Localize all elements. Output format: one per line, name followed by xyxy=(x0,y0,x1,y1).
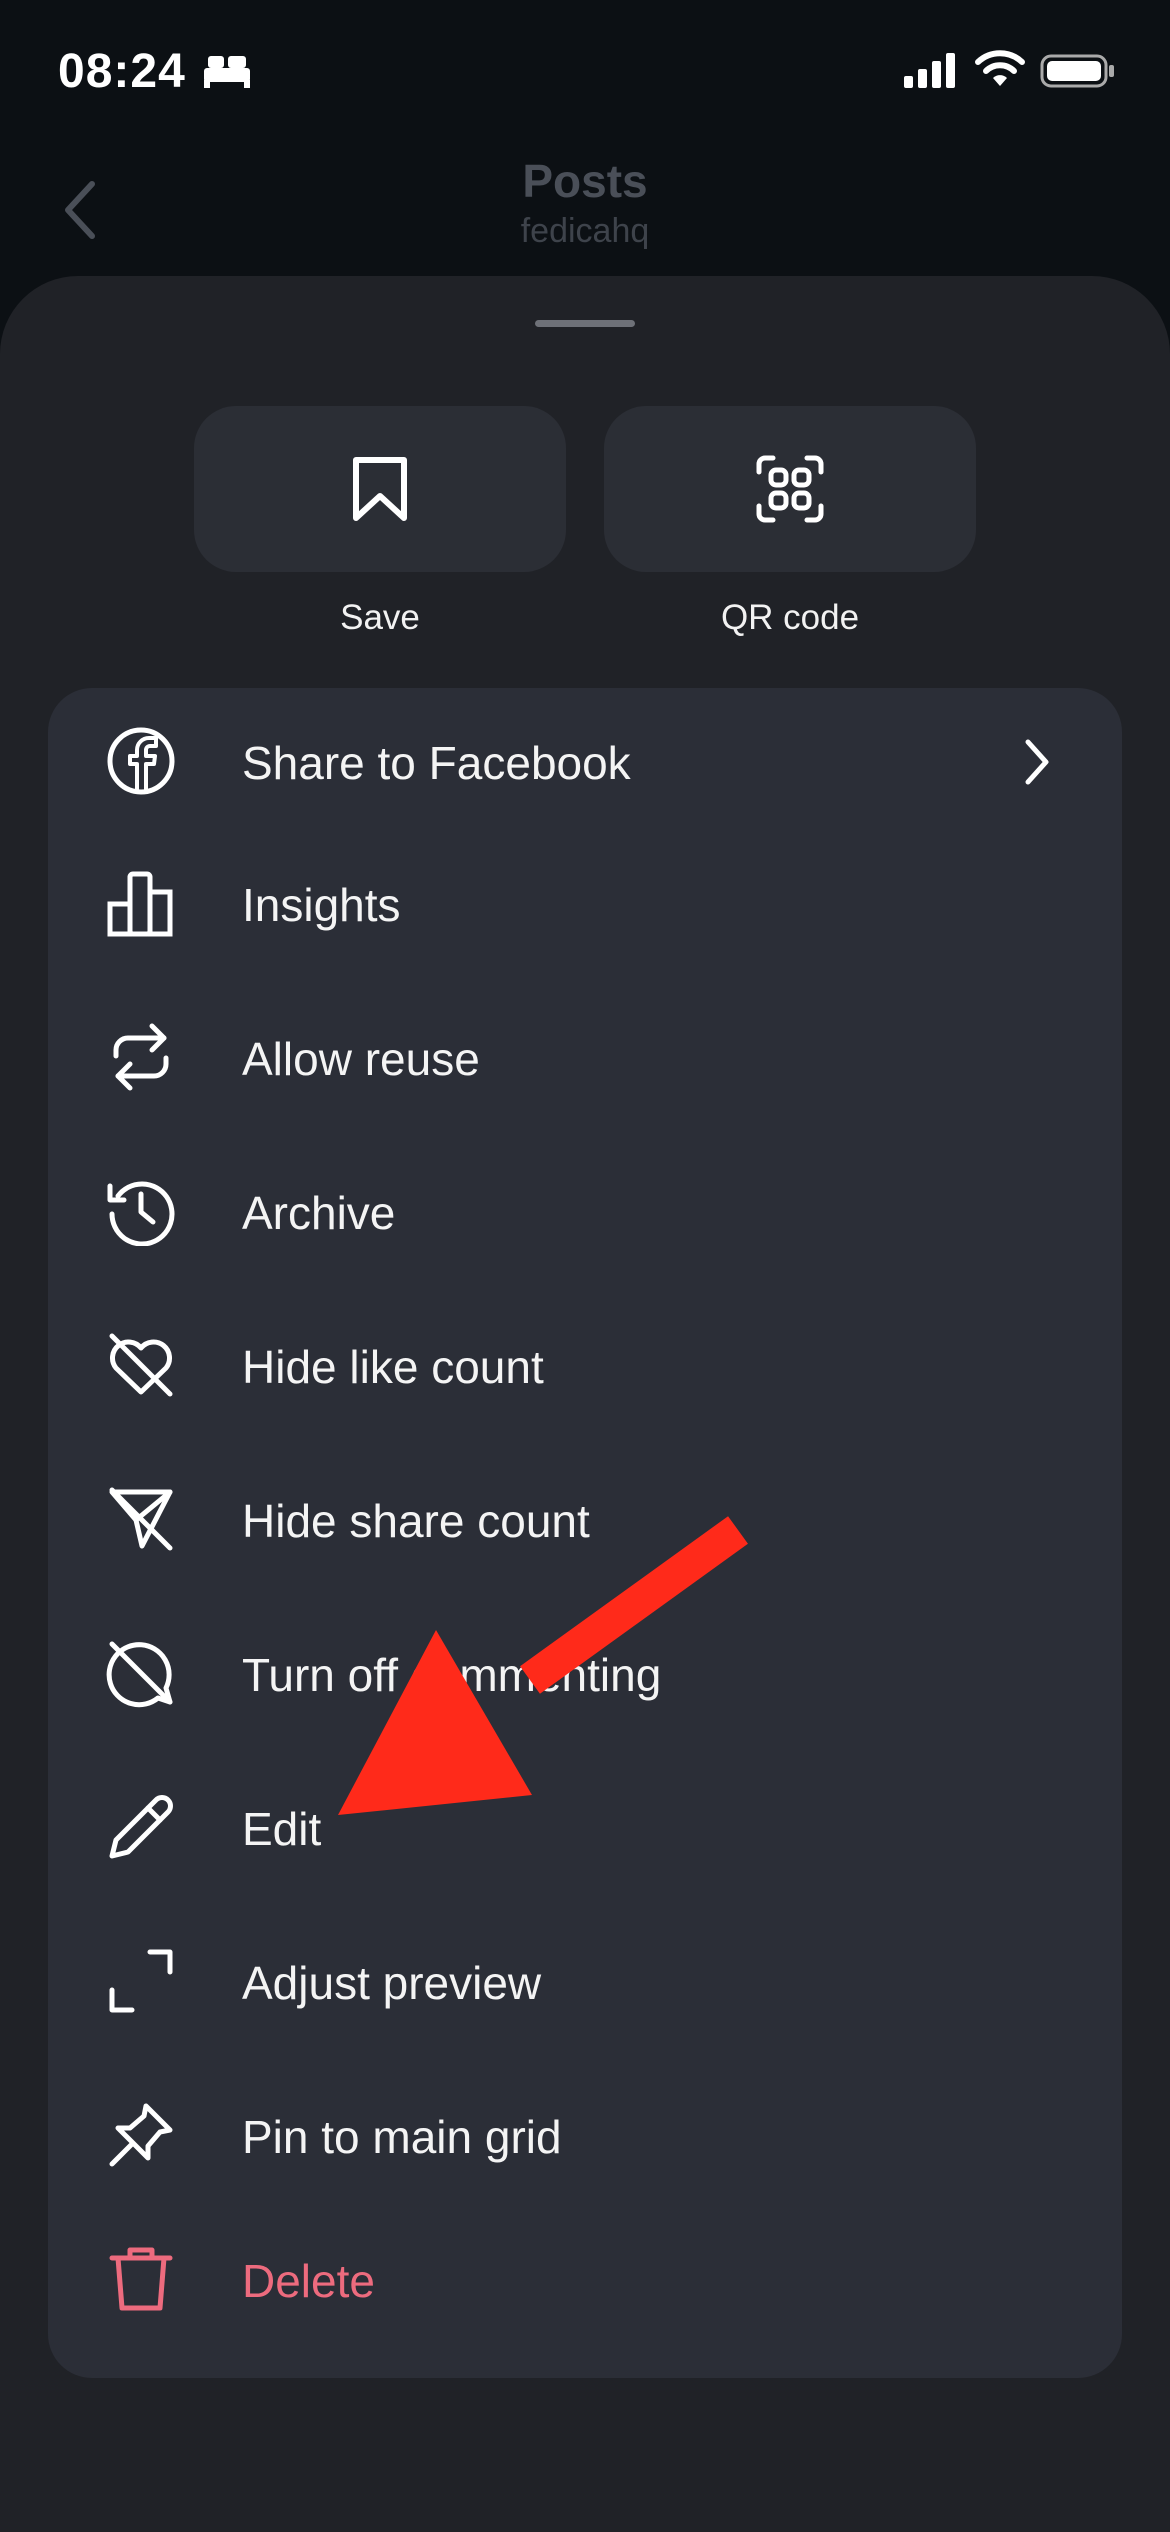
pencil-icon xyxy=(109,1795,173,1859)
archive-history-icon xyxy=(107,1181,175,1246)
comment-off-icon xyxy=(106,1641,173,1708)
sleep-focus-icon xyxy=(204,56,250,88)
menu-item-edit[interactable]: Edit xyxy=(48,1756,1122,1896)
post-options-menu: Share to Facebook Insights Allow reuse A… xyxy=(48,688,1122,2378)
menu-item-label: Turn off commenting xyxy=(242,1649,662,1701)
bookmark-icon xyxy=(353,457,407,521)
menu-item-label: Delete xyxy=(242,2255,375,2307)
menu-item-allow-reuse[interactable]: Allow reuse xyxy=(48,986,1122,1126)
reuse-icon xyxy=(113,1023,169,1091)
pin-icon xyxy=(109,2103,173,2167)
sheet-drag-handle[interactable] xyxy=(535,320,635,327)
menu-item-adjust-preview[interactable]: Adjust preview xyxy=(48,1910,1122,2050)
menu-item-label: Pin to main grid xyxy=(242,2111,562,2163)
menu-item-label: Allow reuse xyxy=(242,1033,480,1085)
crop-icon xyxy=(109,1949,173,2013)
chevron-right-icon xyxy=(1025,739,1049,785)
menu-item-archive[interactable]: Archive xyxy=(48,1140,1122,1280)
menu-item-label: Hide like count xyxy=(242,1341,544,1393)
menu-item-label: Edit xyxy=(242,1803,322,1855)
menu-item-pin-to-main-grid[interactable]: Pin to main grid xyxy=(48,2064,1122,2204)
share-off-icon xyxy=(109,1487,173,1551)
wifi-icon xyxy=(975,50,1025,86)
trash-icon xyxy=(109,2247,173,2311)
menu-item-label: Archive xyxy=(242,1187,396,1239)
options-bottom-sheet: Save QR code Share to Facebook Insights … xyxy=(0,276,1170,2532)
cellular-signal-icon xyxy=(904,53,955,88)
save-button[interactable] xyxy=(194,406,566,572)
qr-code-button[interactable] xyxy=(604,406,976,572)
menu-item-label: Share to Facebook xyxy=(242,737,631,789)
menu-item-label: Adjust preview xyxy=(242,1957,542,2009)
battery-icon xyxy=(1040,54,1114,88)
page-subtitle: fedicahq xyxy=(520,212,650,250)
heart-off-icon xyxy=(109,1333,173,1397)
page-title: Posts xyxy=(522,155,648,207)
facebook-icon xyxy=(107,727,175,795)
status-bar: 08:24 xyxy=(0,0,1170,150)
qr-code-icon xyxy=(756,455,824,523)
menu-item-turn-off-commenting[interactable]: Turn off commenting xyxy=(48,1602,1122,1742)
bar-chart-icon xyxy=(107,871,173,937)
qr-code-label: QR code xyxy=(720,598,860,637)
posts-header: Posts fedicahq xyxy=(0,150,1170,290)
menu-item-hide-share-count[interactable]: Hide share count xyxy=(48,1448,1122,1588)
menu-item-label: Insights xyxy=(242,879,401,931)
menu-item-hide-like-count[interactable]: Hide like count xyxy=(48,1294,1122,1434)
save-label: Save xyxy=(340,598,420,637)
menu-item-label: Hide share count xyxy=(242,1495,590,1547)
menu-item-insights[interactable]: Insights xyxy=(48,832,1122,972)
status-time: 08:24 xyxy=(58,45,186,98)
menu-item-share-to-facebook[interactable]: Share to Facebook xyxy=(48,690,1122,830)
menu-item-delete[interactable]: Delete xyxy=(48,2208,1122,2348)
